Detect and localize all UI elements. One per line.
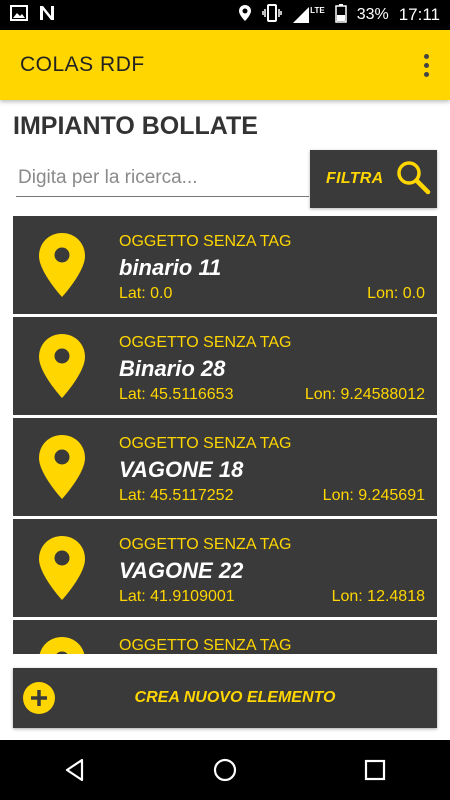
location-pin-icon xyxy=(39,334,85,398)
item-tag: OGGETTO SENZA TAG xyxy=(119,334,292,351)
list-item[interactable]: OGGETTO SENZA TAG Binario 28 Lat: 45.511… xyxy=(13,317,437,415)
search-icon xyxy=(395,159,431,200)
create-element-button[interactable]: CREA NUOVO ELEMENTO xyxy=(13,668,437,728)
item-lon: Lon: 0.0 xyxy=(367,285,425,302)
page-title: IMPIANTO BOLLATE xyxy=(13,112,258,140)
more-vert-icon[interactable] xyxy=(414,45,438,85)
search-input[interactable] xyxy=(16,160,309,197)
location-pin-icon xyxy=(39,536,85,600)
item-tag: OGGETTO SENZA TAG xyxy=(119,435,292,452)
location-pin-icon xyxy=(39,233,85,297)
image-icon xyxy=(10,4,28,26)
n-icon xyxy=(38,4,56,27)
location-pin-icon xyxy=(39,637,85,654)
back-icon[interactable] xyxy=(45,740,105,800)
item-lon: Lon: 12.4818 xyxy=(331,588,425,605)
clock: 17:11 xyxy=(398,5,440,24)
filter-label: FILTRA xyxy=(326,170,384,187)
item-name: VAGONE 18 xyxy=(119,457,244,482)
item-tag: OGGETTO SENZA TAG xyxy=(119,536,292,553)
recents-icon[interactable] xyxy=(345,740,405,800)
list-item[interactable]: OGGETTO SENZA TAG binario 11 Lat: 0.0 Lo… xyxy=(13,216,437,314)
status-bar: LTE 33% 17:11 xyxy=(0,0,450,30)
item-name: VAGONE 22 xyxy=(119,558,244,583)
filter-button[interactable]: FILTRA xyxy=(310,150,437,208)
item-tag: OGGETTO SENZA TAG xyxy=(119,233,292,250)
item-lon: Lon: 9.24588012 xyxy=(304,386,425,403)
item-name: binario 11 xyxy=(119,255,222,280)
item-tag: OGGETTO SENZA TAG xyxy=(119,637,292,654)
item-lon: Lon: 9.245691 xyxy=(322,487,425,504)
app-title: COLAS RDF xyxy=(20,53,145,76)
item-lat: Lat: 41.9109001 xyxy=(119,588,235,605)
battery-percent: 33% xyxy=(356,6,389,23)
item-lat: Lat: 45.5117252 xyxy=(119,487,234,504)
list-item[interactable]: OGGETTO SENZA TAG VAGONE 18 Lat: 45.5117… xyxy=(13,418,437,516)
items-list[interactable]: OGGETTO SENZA TAG binario 11 Lat: 0.0 Lo… xyxy=(13,216,437,654)
battery-icon xyxy=(334,3,347,28)
navigation-bar xyxy=(0,740,450,800)
list-item[interactable]: OGGETTO SENZA TAG VAGONE 22 Lat: 41.9109… xyxy=(13,519,437,617)
home-icon[interactable] xyxy=(195,740,255,800)
item-lat: Lat: 0.0 xyxy=(119,285,173,302)
list-item[interactable]: OGGETTO SENZA TAG xyxy=(13,620,437,654)
location-icon xyxy=(238,4,252,27)
location-pin-icon xyxy=(39,435,85,499)
item-lat: Lat: 45.5116653 xyxy=(119,386,234,403)
create-element-label: CREA NUOVO ELEMENTO xyxy=(134,689,336,706)
app-bar: COLAS RDF xyxy=(0,30,450,100)
vibrate-icon xyxy=(262,3,282,27)
signal-icon: LTE xyxy=(292,6,325,24)
item-name: Binario 28 xyxy=(119,356,226,381)
